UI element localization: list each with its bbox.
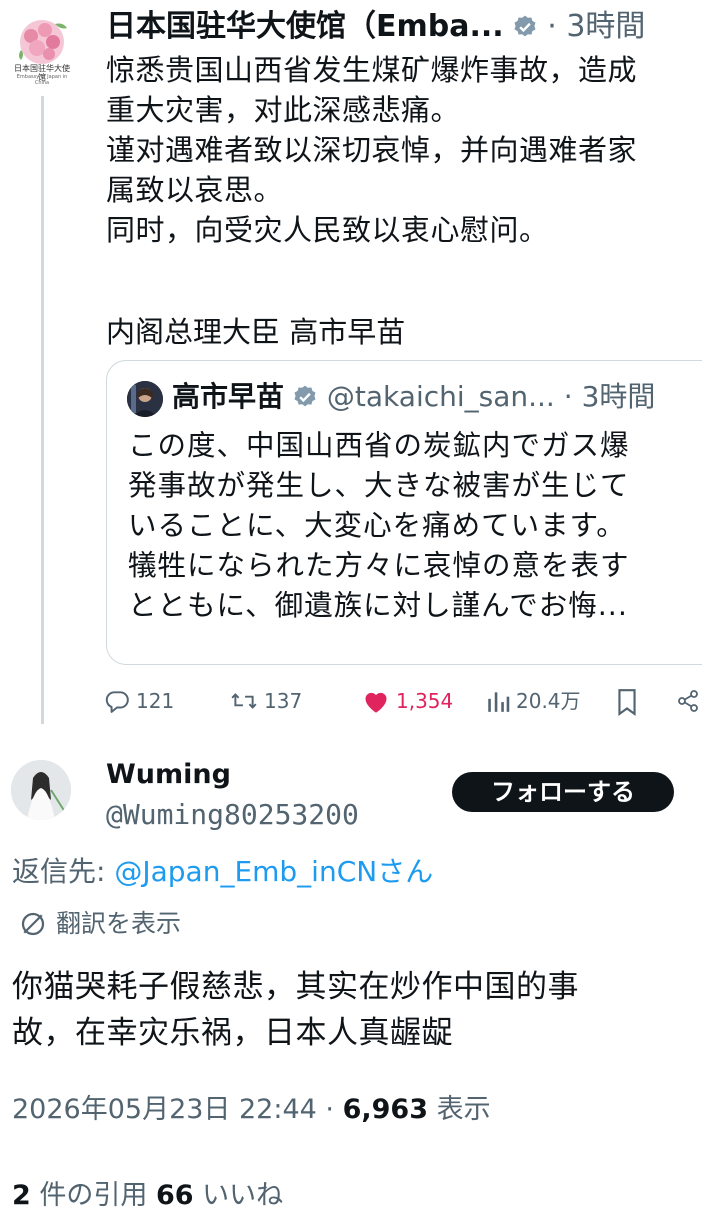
time-separator: ·: [316, 1094, 343, 1125]
quoted-author-handle: @takaichi_san...: [326, 380, 555, 413]
reply-tweet-timestamp-line: 2026年05月23日 22:44 · 6,963 表示: [12, 1090, 491, 1130]
verified-badge-icon: [514, 15, 536, 37]
thread-connector-line: [41, 96, 44, 724]
view-count: 20.4万: [516, 689, 581, 713]
reply-to-line: 返信先: @Japan_Emb_inCNさん: [12, 852, 433, 892]
person-avatar-icon: [127, 381, 163, 417]
share-icon: [678, 690, 698, 712]
embassy-logo-subcaption: Embassy of Japan in China: [16, 74, 68, 86]
bookmark-icon: [618, 689, 636, 716]
cherry-blossom-logo-icon: [19, 20, 67, 64]
reply-icon: [105, 691, 129, 713]
main-tweet-text: 惊悉贵国山西省发生煤矿爆炸事故，造成 重大灾害，对此深感悲痛。 谨对遇难者致以深…: [106, 53, 638, 247]
retweet-icon: [231, 693, 257, 709]
reply-count: 121: [136, 689, 175, 713]
quotes-label[interactable]: 件の引用: [39, 1180, 147, 1211]
quoted-author-avatar: [127, 381, 163, 417]
translate-label: 翻訳を表示: [56, 909, 182, 938]
person-avatar-icon: [11, 760, 71, 820]
wuming-author-name[interactable]: Wuming: [106, 758, 231, 792]
time-separator: ·: [563, 380, 573, 413]
quoted-tweet-time: 3時間: [581, 380, 656, 413]
reply-views-label: 表示: [427, 1094, 491, 1125]
likes-count[interactable]: 66: [156, 1180, 194, 1211]
follow-button[interactable]: フォローする: [452, 772, 674, 812]
quoted-tweet-text: この度、中国山西省の炭鉱内でガス爆 発事故が発生し、大きな被害が生じて いること…: [128, 429, 630, 622]
reply-stats-line: 2 件の引用 66 いいね: [12, 1176, 283, 1216]
main-tweet-header: 日本国驻华大使馆（Emba... · 3時間: [106, 8, 696, 50]
views-button[interactable]: 20.4万: [486, 686, 581, 716]
quoted-tweet-header: 高市早苗 @takaichi_san... · 3時間: [172, 378, 702, 416]
main-tweet-signature: 内阁总理大臣 高市早苗: [106, 315, 406, 349]
reply-timestamp[interactable]: 2026年05月23日 22:44: [12, 1094, 317, 1125]
reply-button[interactable]: 121: [104, 686, 174, 716]
wuming-avatar[interactable]: [11, 760, 71, 820]
retweet-count: 137: [264, 689, 303, 713]
heart-icon: [365, 692, 387, 713]
reply-view-count: 6,963: [342, 1094, 428, 1125]
tweet-time[interactable]: 3時間: [566, 9, 645, 44]
wuming-author-handle[interactable]: @Wuming80253200: [106, 796, 359, 834]
like-button[interactable]: 1,354: [362, 686, 453, 716]
views-chart-icon: [488, 692, 510, 712]
like-count: 1,354: [396, 689, 454, 713]
reply-to-mention-link[interactable]: @Japan_Emb_inCN: [114, 855, 377, 888]
bookmark-button[interactable]: [616, 688, 644, 716]
time-separator: ·: [547, 9, 557, 44]
reply-tweet-text: 你猫哭耗子假慈悲，其实在炒作中国的事 故，在幸灾乐祸，日本人真龌龊: [12, 969, 579, 1051]
share-button[interactable]: [676, 688, 702, 714]
likes-label[interactable]: いいね: [202, 1180, 283, 1211]
author-name[interactable]: 日本国驻华大使馆（Emba...: [106, 9, 504, 44]
reply-to-label: 返信先:: [12, 855, 115, 888]
retweet-button[interactable]: 137: [230, 686, 302, 716]
quotes-count[interactable]: 2: [12, 1180, 31, 1211]
translate-icon: [21, 912, 45, 936]
quoted-author-name: 高市早苗: [172, 380, 285, 413]
translate-button[interactable]: 翻訳を表示: [18, 906, 181, 942]
verified-badge-icon: [294, 385, 316, 407]
reply-to-suffix: さん: [377, 855, 434, 888]
